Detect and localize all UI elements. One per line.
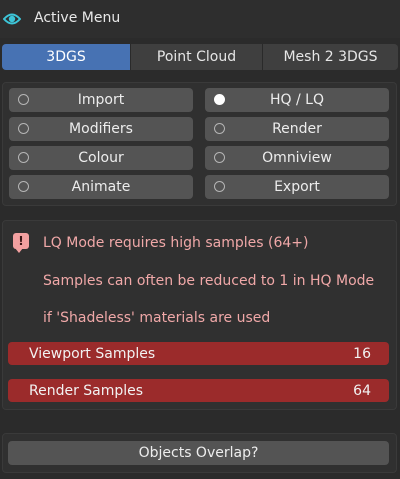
tab-mesh-2-3dgs[interactable]: Mesh 2 3DGS xyxy=(262,44,398,70)
radio-icon xyxy=(214,152,225,163)
radio-icon xyxy=(18,94,29,105)
menu-panel: Import Modifiers Colour Animate HQ / LQ … xyxy=(2,82,397,206)
header-title: Active Menu xyxy=(34,10,121,26)
hq-lq-panel: ! LQ Mode requires high samples (64+) Sa… xyxy=(2,220,397,410)
menu-animate-button[interactable]: Animate xyxy=(9,175,193,199)
radio-icon xyxy=(18,123,29,134)
menu-export-button[interactable]: Export xyxy=(205,175,389,199)
menu-export-label: Export xyxy=(274,179,320,195)
warning-line-2: Samples can often be reduced to 1 in HQ … xyxy=(43,273,375,289)
render-samples-field[interactable]: Render Samples 64 xyxy=(8,379,389,402)
menu-animate-label: Animate xyxy=(71,179,131,195)
radio-icon xyxy=(214,181,225,192)
tab-point-cloud[interactable]: Point Cloud xyxy=(130,44,262,70)
radio-icon xyxy=(214,123,225,134)
render-samples-value: 64 xyxy=(353,382,371,399)
menu-modifiers-button[interactable]: Modifiers xyxy=(9,117,193,141)
radio-selected-icon xyxy=(214,94,225,105)
warning-line-3: if 'Shadeless' materials are used xyxy=(43,310,271,326)
info-alert-icon: ! xyxy=(13,233,29,253)
radio-icon xyxy=(18,152,29,163)
menu-hq-lq-button[interactable]: HQ / LQ xyxy=(205,88,389,112)
viewport-samples-label: Viewport Samples xyxy=(29,345,156,362)
menu-import-button[interactable]: Import xyxy=(9,88,193,112)
eye-icon[interactable] xyxy=(3,10,21,28)
radio-icon xyxy=(18,181,29,192)
menu-omniview-button[interactable]: Omniview xyxy=(205,146,389,170)
objects-overlap-button[interactable]: Objects Overlap? xyxy=(8,441,389,465)
menu-modifiers-label: Modifiers xyxy=(69,121,133,137)
menu-render-label: Render xyxy=(272,121,322,137)
menu-omniview-label: Omniview xyxy=(262,150,332,166)
render-samples-label: Render Samples xyxy=(29,382,144,399)
overlap-panel: Objects Overlap? xyxy=(2,433,397,473)
viewport-samples-value: 16 xyxy=(353,345,371,362)
menu-import-label: Import xyxy=(77,92,125,108)
mode-tabs: 3DGS Point Cloud Mesh 2 3DGS xyxy=(2,44,398,70)
menu-render-button[interactable]: Render xyxy=(205,117,389,141)
menu-hq-lq-label: HQ / LQ xyxy=(270,92,324,108)
tab-3dgs[interactable]: 3DGS xyxy=(2,44,130,70)
viewport-samples-field[interactable]: Viewport Samples 16 xyxy=(8,342,389,365)
menu-colour-label: Colour xyxy=(78,150,124,166)
menu-colour-button[interactable]: Colour xyxy=(9,146,193,170)
warning-line-1: LQ Mode requires high samples (64+) xyxy=(43,235,309,251)
active-menu-header: Active Menu xyxy=(0,0,400,38)
